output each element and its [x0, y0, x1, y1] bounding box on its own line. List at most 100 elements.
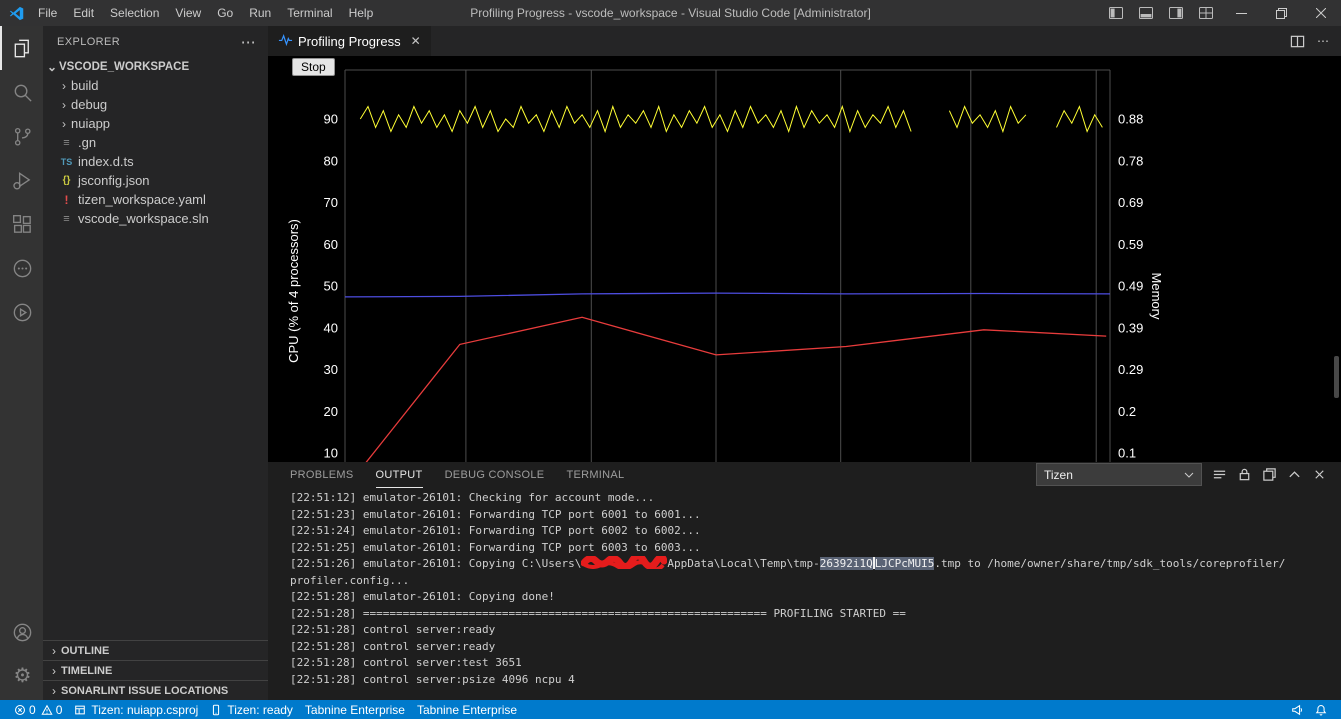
split-editor-icon[interactable]	[1290, 34, 1305, 49]
customize-layout-icon[interactable]	[1191, 0, 1221, 26]
megaphone-icon	[1291, 704, 1303, 716]
svg-text:Memory: Memory	[1149, 273, 1164, 320]
tree-item-tizen-workspace-yaml[interactable]: !tizen_workspace.yaml	[43, 190, 268, 209]
output-line: [22:51:12] emulator-26101: Checking for …	[290, 490, 1341, 507]
output-lines-icon[interactable]	[1212, 467, 1227, 482]
problems-status[interactable]: 0 0	[8, 700, 68, 719]
project-icon	[74, 704, 86, 716]
menu-run[interactable]: Run	[241, 0, 279, 26]
tizen-project-status[interactable]: Tizen: nuiapp.csproj	[68, 700, 204, 719]
tree-item-vscode-workspace-sln[interactable]: ≡vscode_workspace.sln	[43, 209, 268, 228]
run-debug-icon[interactable]	[0, 158, 43, 202]
search-icon[interactable]	[0, 70, 43, 114]
minimize-button[interactable]	[1221, 0, 1261, 26]
menu-edit[interactable]: Edit	[65, 0, 102, 26]
output-line: [22:51:24] emulator-26101: Forwarding TC…	[290, 523, 1341, 540]
section-outline[interactable]: ›OUTLINE	[43, 640, 268, 660]
toggle-secondary-sidebar-icon[interactable]	[1161, 0, 1191, 26]
svg-text:0.1: 0.1	[1118, 446, 1136, 461]
restore-button[interactable]	[1261, 0, 1301, 26]
svg-text:10: 10	[324, 446, 338, 461]
output-line: [22:51:28] emulator-26101: Copying done!	[290, 589, 1341, 606]
notifications-status[interactable]	[1309, 700, 1333, 719]
svg-text:60: 60	[324, 237, 338, 252]
toggle-panel-icon[interactable]	[1131, 0, 1161, 26]
comments-icon[interactable]	[0, 246, 43, 290]
editor-tab-bar: Profiling Progress ✕ ⋯	[268, 26, 1341, 56]
menu-file[interactable]: File	[30, 0, 65, 26]
output-line: [22:51:28] control server:ready	[290, 639, 1341, 656]
menu-selection[interactable]: Selection	[102, 0, 167, 26]
txt-file-icon: ≡	[59, 137, 74, 149]
panel-tabs: PROBLEMS OUTPUT DEBUG CONSOLE TERMINAL	[290, 462, 646, 487]
split-panel-icon[interactable]	[1262, 467, 1277, 482]
editor-more-actions-icon[interactable]: ⋯	[1317, 34, 1329, 48]
menu-help[interactable]: Help	[341, 0, 382, 26]
run-circle-icon[interactable]	[0, 290, 43, 334]
profiling-webview: Stop 900.88800.78700.69600.59500.49400.3…	[268, 56, 1341, 462]
menu-go[interactable]: Go	[209, 0, 241, 26]
svg-text:0.59: 0.59	[1118, 237, 1143, 252]
svg-text:CPU (% of 4 processors): CPU (% of 4 processors)	[286, 219, 301, 363]
tree-item-build[interactable]: ›build	[43, 76, 268, 95]
panel-tab-problems[interactable]: PROBLEMS	[290, 462, 354, 488]
chevron-right-icon: ›	[57, 117, 71, 131]
explorer-sidebar: EXPLORER ⋯ ⌄VSCODE_WORKSPACE›build›debug…	[43, 26, 268, 700]
panel-tab-output[interactable]: OUTPUT	[376, 462, 423, 488]
tab-profiling-progress[interactable]: Profiling Progress ✕	[268, 26, 431, 56]
close-panel-icon[interactable]	[1312, 467, 1327, 482]
svg-text:80: 80	[324, 153, 338, 168]
error-icon	[14, 704, 26, 716]
toggle-sidebar-icon[interactable]	[1101, 0, 1131, 26]
tizen-ready-status[interactable]: Tizen: ready	[204, 700, 299, 719]
maximize-panel-chevron-icon[interactable]	[1287, 467, 1302, 482]
stop-button[interactable]: Stop	[292, 58, 335, 76]
panel-tab-debug-console[interactable]: DEBUG CONSOLE	[445, 462, 545, 488]
chevron-right-icon: ›	[57, 98, 71, 112]
menu-bar: FileEditSelectionViewGoRunTerminalHelp	[30, 0, 381, 26]
menu-view[interactable]: View	[167, 0, 209, 26]
output-channel-select[interactable]: Tizen	[1036, 463, 1202, 486]
source-control-icon[interactable]	[0, 114, 43, 158]
editor-scrollbar-thumb[interactable]	[1334, 356, 1339, 398]
file-tree: ⌄VSCODE_WORKSPACE›build›debug›nuiapp≡.gn…	[43, 57, 268, 228]
tab-label: Profiling Progress	[298, 34, 401, 49]
explorer-actions-icon[interactable]: ⋯	[241, 33, 256, 51]
section-sonarlint-issue-locations[interactable]: ›SONARLINT ISSUE LOCATIONS	[43, 680, 268, 700]
close-window-button[interactable]	[1301, 0, 1341, 26]
tree-item-gn[interactable]: ≡.gn	[43, 133, 268, 152]
svg-text:0.49: 0.49	[1118, 279, 1143, 294]
activity-bar: ⚙	[0, 26, 43, 700]
selected-text: LJCPcMUI5	[875, 557, 935, 570]
tabnine-status-1[interactable]: Tabnine Enterprise	[299, 700, 411, 719]
tree-item-jsconfig-json[interactable]: {}jsconfig.json	[43, 171, 268, 190]
title-bar: FileEditSelectionViewGoRunTerminalHelp P…	[0, 0, 1341, 26]
chevron-right-icon: ›	[47, 684, 61, 698]
chevron-right-icon: ›	[47, 664, 61, 678]
output-console[interactable]: [22:51:12] emulator-26101: Checking for …	[268, 487, 1341, 700]
account-icon[interactable]	[0, 610, 43, 654]
workspace-root[interactable]: ⌄VSCODE_WORKSPACE	[43, 57, 268, 76]
chevron-down-icon: ⌄	[45, 60, 59, 74]
extensions-icon[interactable]	[0, 202, 43, 246]
panel-tab-terminal[interactable]: TERMINAL	[566, 462, 624, 488]
menu-terminal[interactable]: Terminal	[279, 0, 340, 26]
section-timeline[interactable]: ›TIMELINE	[43, 660, 268, 680]
chevron-right-icon: ›	[57, 79, 71, 93]
tree-item-nuiapp[interactable]: ›nuiapp	[43, 114, 268, 133]
settings-icon[interactable]: ⚙	[0, 654, 43, 698]
sidebar-sections: ›OUTLINE›TIMELINE›SONARLINT ISSUE LOCATI…	[43, 640, 268, 700]
lock-scroll-icon[interactable]	[1237, 467, 1252, 482]
bottom-panel: PROBLEMS OUTPUT DEBUG CONSOLE TERMINAL Tize…	[268, 462, 1341, 700]
feedback-status[interactable]	[1285, 700, 1309, 719]
tabnine-status-2[interactable]: Tabnine Enterprise	[411, 700, 523, 719]
ts-file-icon: TS	[59, 157, 74, 167]
svg-text:20: 20	[324, 404, 338, 419]
profiling-chart: 900.88800.78700.69600.59500.49400.39300.…	[268, 56, 1341, 462]
tab-close-icon[interactable]: ✕	[411, 34, 421, 48]
tree-item-index-d-ts[interactable]: TSindex.d.ts	[43, 152, 268, 171]
json-file-icon: {}	[59, 175, 74, 186]
tree-item-debug[interactable]: ›debug	[43, 95, 268, 114]
explorer-icon[interactable]	[0, 26, 43, 70]
svg-text:0.39: 0.39	[1118, 320, 1143, 335]
